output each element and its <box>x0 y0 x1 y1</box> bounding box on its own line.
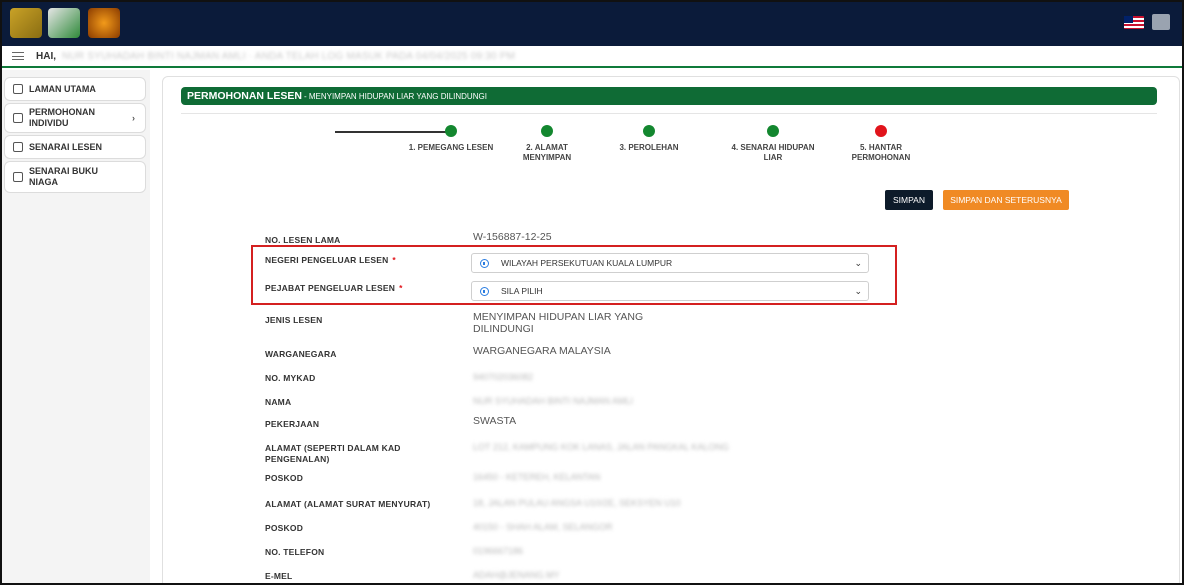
sidebar-item-label: LAMAN UTAMA <box>29 84 96 94</box>
info-icon <box>480 286 489 296</box>
field-label: NO. MYKAD <box>265 373 316 383</box>
required-marker: * <box>399 283 403 293</box>
grid-icon <box>13 142 23 152</box>
nama-value: NUR SYUHADAH BINTI NAJMAN AMLI <box>473 396 634 406</box>
step-dot-1[interactable] <box>445 125 457 137</box>
negeri-selected-value: WILAYAH PERSEKUTUAN KUALA LUMPUR <box>501 258 673 268</box>
no-lesen-lama-value: W-156887-12-25 <box>473 231 552 243</box>
step-dot-5[interactable] <box>875 125 887 137</box>
main-panel: PERMOHONAN LESEN - MENYIMPAN HIDUPAN LIA… <box>162 76 1181 583</box>
step-dot-3[interactable] <box>643 125 655 137</box>
jenis-lesen-value: MENYIMPAN HIDUPAN LIAR YANG DILINDUNGI <box>473 311 644 335</box>
field-label: WARGANEGARA <box>265 349 337 359</box>
field-label: POSKOD <box>265 523 304 533</box>
pekerjaan-value: SWASTA <box>473 415 517 427</box>
app-window: HAI, NUR SYUHADAH BINTI NAJMAN AMLI · AN… <box>0 0 1184 585</box>
required-marker: * <box>392 255 396 265</box>
sidebar-item-label: PERMOHONAN INDIVIDU <box>29 107 96 128</box>
step-label-4[interactable]: 4. SENARAI HIDUPAN LIAR <box>723 143 823 163</box>
agency-logo <box>48 8 80 38</box>
greeting-label: HAI, <box>36 50 56 62</box>
emel-value: ADAH@JENANG.MY <box>473 570 560 580</box>
alamat-kp-value: LOT 212, KAMPUNG KOK LANAS, JALAN PANGKA… <box>473 442 729 452</box>
warganegara-value: WARGANEGARA MALAYSIA <box>473 345 611 357</box>
poskod-2-value: 40150 - SHAH ALAM, SELANGOR <box>473 522 613 532</box>
telefon-value: 0196667186 <box>473 546 524 556</box>
info-icon <box>480 258 489 268</box>
field-label: JENIS LESEN <box>265 315 323 325</box>
field-label-text: NEGERI PENGELUAR LESEN <box>265 255 389 265</box>
top-header <box>2 2 1182 46</box>
sidebar-item-permohonan-individu[interactable]: PERMOHONAN INDIVIDU › <box>4 103 146 133</box>
field-label: NAMA <box>265 397 292 407</box>
sidebar-item-label: SENARAI BUKU NIAGA <box>29 166 99 187</box>
field-label-text: PEJABAT PENGELUAR LESEN <box>265 283 396 293</box>
chevron-down-icon: ⌄ <box>854 257 862 268</box>
step-label-1[interactable]: 1. PEMEGANG LESEN <box>391 143 511 153</box>
sidebar-item-senarai-lesen[interactable]: SENARAI LESEN <box>4 135 146 159</box>
book-icon <box>13 172 23 182</box>
government-crest-logo <box>10 8 42 38</box>
step-label-2[interactable]: 2. ALAMAT MENYIMPAN <box>507 143 587 163</box>
pejabat-selected-value: SILA PILIH <box>501 286 543 296</box>
field-label: POSKOD <box>265 473 304 483</box>
sidebar-item-senarai-buku-niaga[interactable]: SENARAI BUKU NIAGA <box>4 161 146 193</box>
step-label-5[interactable]: 5. HANTAR PERMOHONAN <box>835 143 927 163</box>
user-avatar[interactable] <box>1152 14 1170 30</box>
field-label: NO. LESEN LAMA <box>265 235 341 245</box>
field-label: ALAMAT (SEPERTI DALAM KAD PENGENALAN) <box>265 443 401 464</box>
step-dot-4[interactable] <box>767 125 779 137</box>
sidebar: LAMAN UTAMA PERMOHONAN INDIVIDU › SENARA… <box>2 70 150 583</box>
pejabat-select[interactable]: SILA PILIH ⌄ <box>471 281 869 301</box>
field-label: NEGERI PENGELUAR LESEN * <box>265 255 455 266</box>
grid-icon <box>13 113 23 123</box>
save-and-continue-button[interactable]: SIMPAN DAN SETERUSNYA <box>943 190 1069 210</box>
chevron-right-icon: › <box>132 113 135 123</box>
step-label-3[interactable]: 3. PEROLEHAN <box>609 143 689 153</box>
step-connector <box>335 131 451 133</box>
greeting-bar: HAI, NUR SYUHADAH BINTI NAJMAN AMLI · AN… <box>2 46 1182 68</box>
alamat-surat-value: 18, JALAN PULAU ANGSA U10/2E, SEKSYEN U1… <box>473 498 681 508</box>
malaysia-flag-icon[interactable] <box>1124 16 1144 29</box>
greeting-detail: NUR SYUHADAH BINTI NAJMAN AMLI · ANDA TE… <box>62 50 516 62</box>
progress-stepper: 1. PEMEGANG LESEN 2. ALAMAT MENYIMPAN 3.… <box>163 77 1181 167</box>
tiger-emblem-logo <box>88 8 120 38</box>
step-dot-2[interactable] <box>541 125 553 137</box>
menu-toggle-icon[interactable] <box>12 52 24 60</box>
negeri-select[interactable]: WILAYAH PERSEKUTUAN KUALA LUMPUR ⌄ <box>471 253 869 273</box>
field-label: E-MEL <box>265 571 293 581</box>
field-label: PEKERJAAN <box>265 419 320 429</box>
field-label: PEJABAT PENGELUAR LESEN * <box>265 283 455 294</box>
sidebar-item-laman-utama[interactable]: LAMAN UTAMA <box>4 77 146 101</box>
mykad-value: 940702036082 <box>473 372 534 382</box>
chevron-down-icon: ⌄ <box>854 285 862 296</box>
sidebar-item-label: SENARAI LESEN <box>29 142 103 152</box>
field-label: ALAMAT (ALAMAT SURAT MENYURAT) <box>265 499 431 509</box>
poskod-1-value: 16450 - KETEREH, KELANTAN <box>473 472 601 482</box>
home-icon <box>13 84 23 94</box>
save-button[interactable]: SIMPAN <box>885 190 933 210</box>
field-label: NO. TELEFON <box>265 547 325 557</box>
